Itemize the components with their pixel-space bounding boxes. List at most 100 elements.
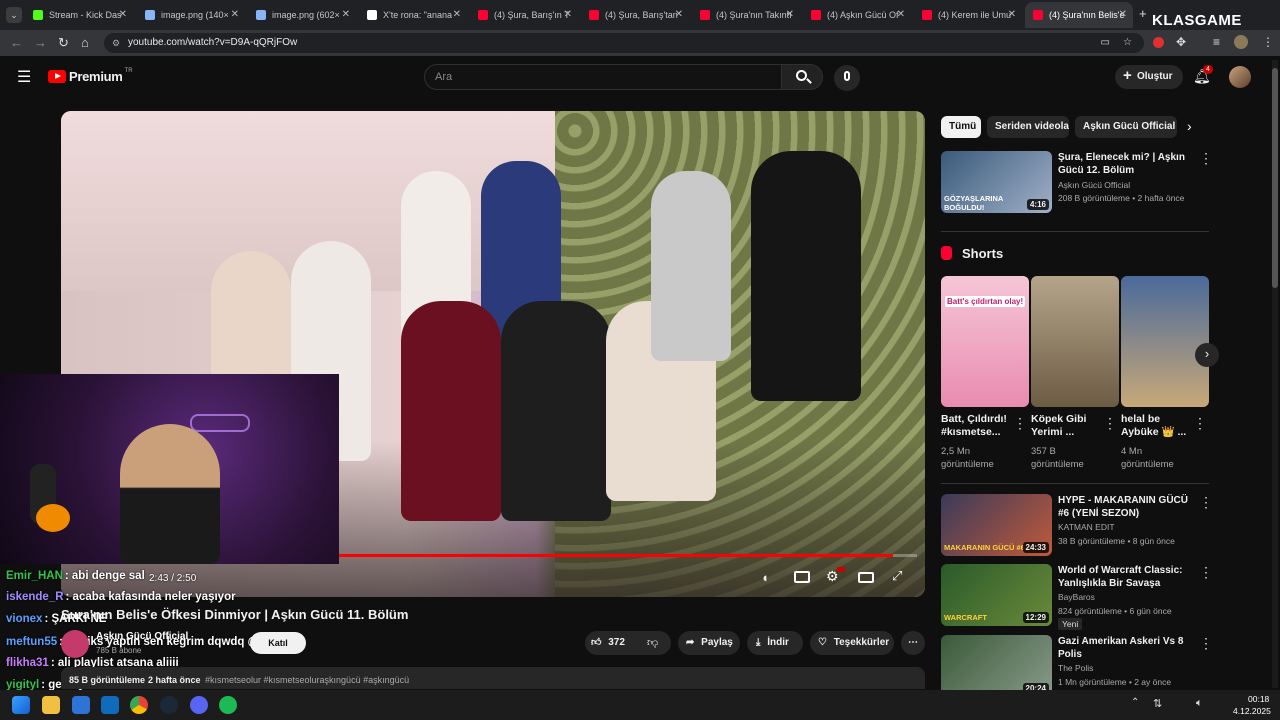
rec-title[interactable]: Şura, Elenecek mi? | Aşkın Gücü 12. Bölü… — [1058, 151, 1198, 177]
address-bar[interactable]: ⚙ youtube.com/watch?v=D9A-qQRjFOw ☆ ▭ — [104, 33, 1144, 53]
browser-tab[interactable]: image.png (140× ✕ — [137, 2, 245, 28]
extension-icon[interactable] — [1153, 37, 1164, 48]
cast-icon[interactable]: ▭ — [1101, 33, 1110, 53]
filter-chip[interactable]: Seriden videolar — [987, 116, 1069, 138]
store-icon[interactable] — [72, 696, 90, 714]
theater-mode-icon[interactable] — [858, 572, 874, 583]
start-windows-icon[interactable] — [12, 696, 30, 714]
browser-tab[interactable]: X'te rona: "anana ✕ — [359, 2, 467, 28]
subtitles-icon[interactable] — [794, 571, 810, 583]
channel-name[interactable]: Aşkın Gücü Official — [96, 631, 188, 642]
tab-close-icon[interactable]: ✕ — [119, 9, 127, 20]
tab-close-icon[interactable]: ✕ — [564, 9, 572, 20]
site-info-icon[interactable]: ⚙ — [112, 33, 120, 53]
tab-close-icon[interactable]: ✕ — [342, 9, 350, 20]
network-icon[interactable]: ⇅ — [1153, 697, 1162, 710]
rec-channel[interactable]: Aşkın Gücü Official — [1058, 180, 1130, 190]
filter-chip[interactable]: Aşkın Gücü Official a — [1075, 116, 1177, 138]
download-button[interactable]: ⤓ İndir — [747, 631, 803, 655]
file-explorer-icon[interactable] — [42, 696, 60, 714]
share-button[interactable]: ➦ Paylaş — [678, 631, 740, 655]
tray-chevron-icon[interactable]: ⌃ — [1131, 697, 1139, 708]
rec-channel[interactable]: BayBaros — [1058, 592, 1095, 602]
browser-tab[interactable]: (4) Şura, Barış'ın T ✕ — [470, 2, 578, 28]
tab-close-icon[interactable]: ✕ — [231, 9, 239, 20]
account-avatar[interactable] — [1229, 66, 1251, 88]
bookmark-star-icon[interactable]: ☆ — [1123, 33, 1132, 53]
shorts-next-button[interactable]: › — [1195, 343, 1219, 367]
short-thumbnail[interactable] — [1031, 276, 1119, 407]
volume-icon[interactable]: ◖ — [761, 570, 769, 585]
short-title[interactable]: Köpek Gibi Yerimi ... — [1031, 413, 1103, 441]
browser-tab[interactable]: (4) Aşkın Gücü Of ✕ — [803, 2, 911, 28]
rec-title[interactable]: World of Warcraft Classic: Yanlışlıkla B… — [1058, 564, 1198, 590]
browser-menu-icon[interactable]: ⋮ — [1262, 35, 1274, 49]
hamburger-menu-icon[interactable]: ☰ — [17, 67, 31, 87]
browser-tab[interactable]: (4) Kerem ile Umu ✕ — [914, 2, 1022, 28]
browser-tab[interactable]: Stream - Kick Das ✕ — [25, 2, 133, 28]
rec-title[interactable]: Gazi Amerikan Askeri Vs 8 Polis — [1058, 635, 1198, 661]
back-icon[interactable]: ← — [10, 35, 23, 50]
browser-tab[interactable]: (4) Şura'nın Takıntı ✕ — [692, 2, 800, 28]
tab-close-icon[interactable]: ✕ — [675, 9, 683, 20]
search-input[interactable]: Ara — [424, 64, 782, 90]
rec-thumbnail[interactable]: GÖZYAŞLARINA BOĞULDU! 4:16 — [941, 151, 1052, 213]
tab-close-icon[interactable]: ✕ — [897, 9, 905, 20]
more-vertical-icon[interactable]: ⋮ — [1013, 415, 1027, 432]
tab-menu-icon[interactable]: ⌄ — [6, 7, 22, 23]
browser-tab[interactable]: (4) Şura, Barış'tan ✕ — [581, 2, 689, 28]
home-icon[interactable]: ⌂ — [81, 35, 89, 50]
short-thumbnail[interactable]: Batt's çıldırtan olay! — [941, 276, 1029, 407]
more-vertical-icon[interactable]: ⋮ — [1199, 150, 1213, 167]
short-thumbnail[interactable] — [1121, 276, 1209, 407]
discord-icon[interactable] — [190, 696, 208, 714]
outlook-icon[interactable] — [101, 696, 119, 714]
chrome-icon[interactable] — [130, 696, 148, 714]
join-button[interactable]: Katıl — [250, 632, 306, 654]
clock-time[interactable]: 00:18 — [1248, 694, 1269, 704]
voice-search-button[interactable] — [834, 65, 860, 91]
filter-chip[interactable]: Tümü — [941, 116, 981, 138]
profile-avatar[interactable] — [1234, 35, 1248, 49]
tab-close-icon[interactable]: ✕ — [786, 9, 794, 20]
tab-close-icon[interactable]: ✕ — [1008, 9, 1016, 20]
more-vertical-icon[interactable]: ⋮ — [1199, 635, 1213, 652]
spotify-icon[interactable] — [219, 696, 237, 714]
more-actions-button[interactable]: ⋯ — [901, 631, 925, 655]
channel-avatar[interactable] — [61, 630, 89, 658]
chips-next-icon[interactable]: › — [1187, 118, 1192, 134]
media-icon[interactable]: ≡ — [1213, 35, 1220, 49]
puzzle-icon[interactable]: ✥ — [1176, 35, 1186, 49]
new-tab-button[interactable]: + — [1139, 6, 1147, 21]
speaker-icon[interactable]: 🔈︎ — [1196, 697, 1203, 710]
short-title[interactable]: Batt, Çıldırdı! #kısmetse... — [941, 413, 1013, 441]
youtube-logo[interactable]: Premium TR — [48, 68, 133, 84]
reload-icon[interactable]: ↻ — [58, 35, 69, 51]
rec-thumbnail[interactable]: MAKARANIN GÜCÜ #6 24:33 — [941, 494, 1052, 556]
clock-date[interactable]: 4.12.2025 — [1233, 706, 1271, 716]
tab-close-icon[interactable]: ✕ — [453, 9, 461, 20]
create-button[interactable]: + Oluştur — [1115, 65, 1183, 89]
steam-icon[interactable] — [160, 696, 178, 714]
more-vertical-icon[interactable]: ⋮ — [1193, 415, 1207, 432]
more-vertical-icon[interactable]: ⋮ — [1103, 415, 1117, 432]
rec-channel[interactable]: The Polis — [1058, 663, 1093, 673]
browser-tab[interactable]: image.png (602× ✕ — [248, 2, 356, 28]
rec-thumbnail[interactable]: 20:24 — [941, 635, 1052, 697]
thumbs-down-icon[interactable]: 👎︎ — [647, 636, 658, 649]
page-scrollbar[interactable] — [1272, 60, 1278, 688]
hashtags[interactable]: #kısmetseolur #kısmetseoluraşkıngücü #aş… — [205, 675, 409, 685]
rec-title[interactable]: HYPE - MAKARANIN GÜCÜ #6 (YENİ SEZON) — [1058, 494, 1198, 520]
tab-close-icon[interactable]: ✕ — [1119, 9, 1127, 20]
rec-thumbnail[interactable]: WARCRAFT 12:29 — [941, 564, 1052, 626]
fullscreen-icon[interactable]: ⤢ — [892, 568, 902, 584]
short-title[interactable]: helal be Aybüke 👑 ... — [1121, 413, 1193, 441]
more-vertical-icon[interactable]: ⋮ — [1199, 564, 1213, 581]
more-vertical-icon[interactable]: ⋮ — [1199, 494, 1213, 511]
thanks-button[interactable]: ♡ Teşekkürler — [810, 631, 894, 655]
rec-channel[interactable]: KATMAN EDIT — [1058, 522, 1115, 532]
forward-icon[interactable]: → — [34, 35, 47, 50]
search-button[interactable] — [781, 64, 823, 90]
progress-bar[interactable] — [339, 554, 917, 557]
browser-tab[interactable]: (4) Şura'nın Belis'e ✕ — [1025, 2, 1133, 28]
